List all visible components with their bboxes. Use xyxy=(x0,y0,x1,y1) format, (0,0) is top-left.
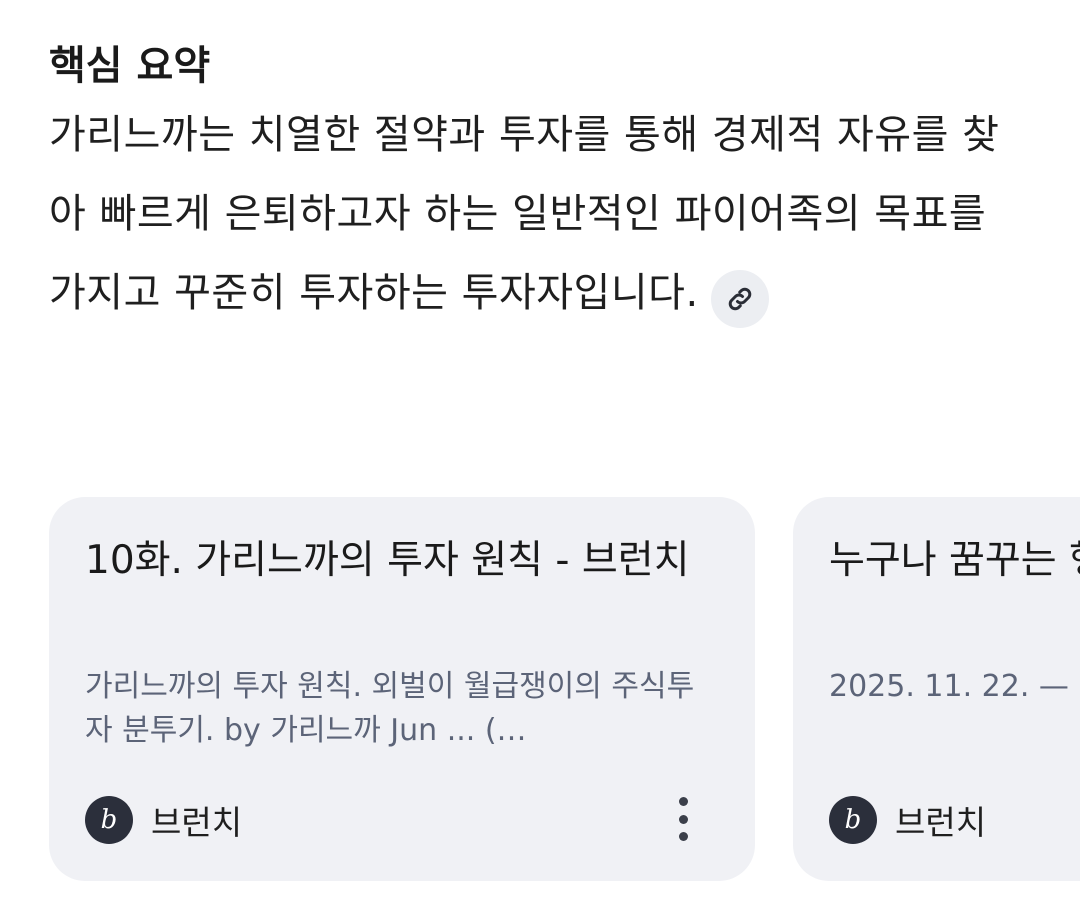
brunch-logo-icon: b xyxy=(829,796,877,844)
summary-body-text: 가리느까는 치열한 절약과 투자를 통해 경제적 자유를 찾아 빠르게 은퇴하고… xyxy=(49,112,1000,316)
more-options-button[interactable] xyxy=(663,797,703,841)
brunch-logo-icon: b xyxy=(85,796,133,844)
card-title: 누구나 꿈꾸는 행복할까? - 브 xyxy=(829,538,1080,583)
source-card[interactable]: 10화. 가리느까의 투자 원칙 - 브런치 가리느까의 투자 원칙. 외벌이 … xyxy=(49,497,755,881)
card-source: b 브런치 xyxy=(85,796,242,844)
card-title: 10화. 가리느까의 투자 원칙 - 브런치 xyxy=(85,538,690,583)
summary-section: 핵심 요약 가리느까는 치열한 절약과 투자를 통해 경제적 자유를 찾아 빠르… xyxy=(49,36,1039,333)
source-card[interactable]: 누구나 꿈꾸는 행복할까? - 브 2025. 11. 22. — Indepe… xyxy=(793,497,1080,881)
summary-title: 핵심 요약 xyxy=(49,43,211,89)
source-name: 브런치 xyxy=(895,803,987,842)
card-snippet: 가리느까의 투자 원칙. 외벌이 월급쟁이의 주식투자 분투기. by 가리느까… xyxy=(85,669,695,748)
card-source: b 브런치 xyxy=(829,796,986,844)
more-vertical-icon xyxy=(678,797,688,806)
source-cards-carousel[interactable]: 10화. 가리느까의 투자 원칙 - 브런치 가리느까의 투자 원칙. 외벌이 … xyxy=(49,497,1080,881)
source-name: 브런치 xyxy=(151,803,243,842)
link-icon xyxy=(728,287,751,311)
summary-body: 가리느까는 치열한 절약과 투자를 통해 경제적 자유를 찾아 빠르게 은퇴하고… xyxy=(49,96,1029,333)
card-snippet: 2025. 11. 22. — Independense xyxy=(829,669,1080,704)
source-link-button[interactable] xyxy=(710,270,769,328)
